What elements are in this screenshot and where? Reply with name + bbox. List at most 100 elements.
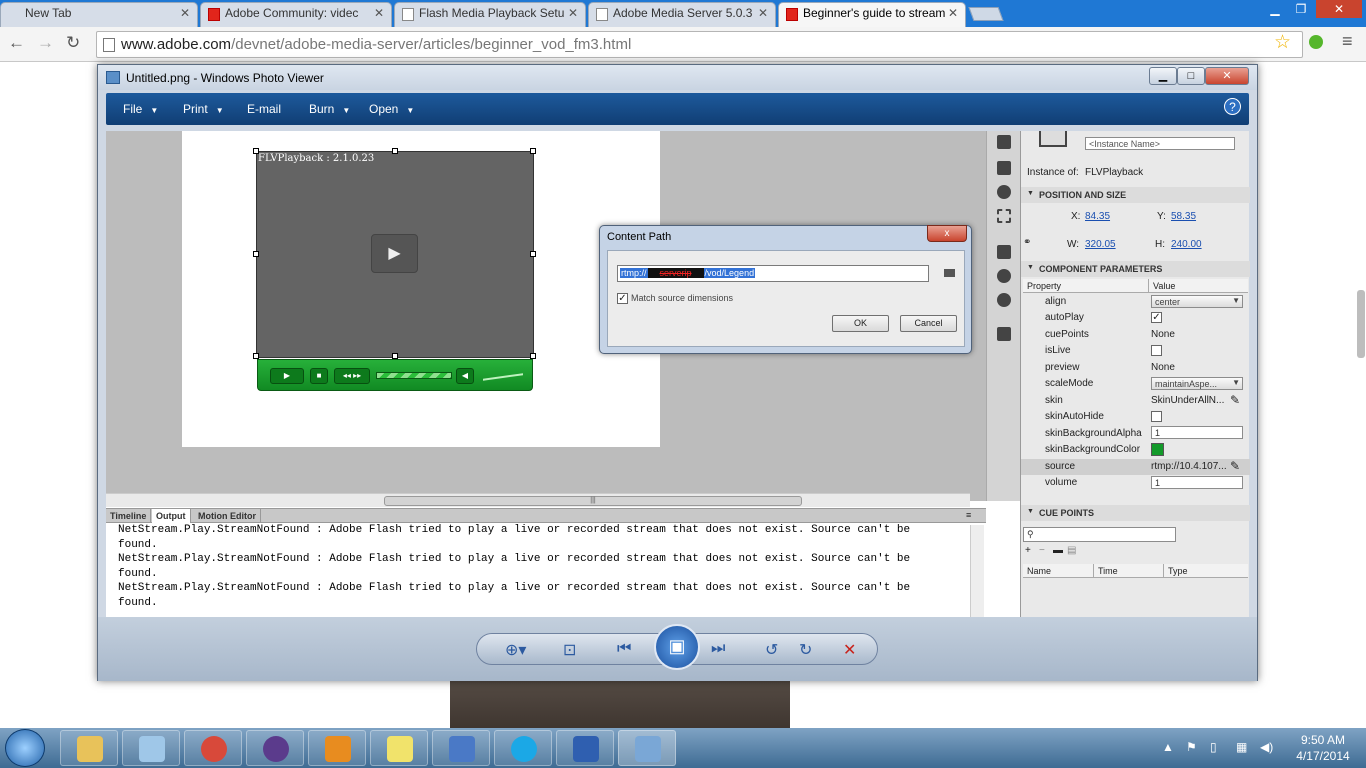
system-clock[interactable]: 9:50 AM 4/17/2014 [1288,732,1358,764]
output-scrollbar[interactable] [970,525,984,620]
dialog-close-button[interactable]: x [927,225,967,242]
scrollbar-thumb[interactable]: ||| [384,496,802,506]
stage-horizontal-scrollbar[interactable]: ||| [106,493,970,507]
selection-handle[interactable] [530,148,536,154]
page-scrollbar[interactable] [1357,290,1365,358]
lock-proportions-icon[interactable]: ⚭ [1023,237,1031,248]
taskbar-sticky-notes[interactable] [370,730,428,766]
x-value[interactable]: 84.35 [1085,211,1110,222]
component-parameters-header[interactable]: ▼ COMPONENT PARAMETERS [1021,261,1250,277]
selection-handle[interactable] [392,148,398,154]
taskbar-photo-viewer[interactable] [618,730,676,766]
skin-value[interactable]: SkinUnderAllN... [1151,395,1224,406]
code-snippets-icon[interactable] [997,245,1011,259]
tab-flash-media-playback[interactable]: Flash Media Playback Setu ✕ [394,2,586,27]
h-value[interactable]: 240.00 [1171,239,1202,250]
skin-color-swatch[interactable] [1151,443,1164,456]
network-tray-icon[interactable]: ▦ [1236,740,1247,754]
selection-handle[interactable] [253,148,259,154]
rotate-cw-icon[interactable]: ↻ [799,640,812,660]
selection-handle[interactable] [530,251,536,257]
skinbackgroundalpha-input[interactable]: 1 [1151,426,1243,439]
taskbar-eclipse[interactable] [246,730,304,766]
remove-cue-icon[interactable]: − [1039,545,1045,556]
tab-close-icon[interactable]: ✕ [948,6,958,20]
panel-menu-icon[interactable]: ≡ [966,510,971,520]
bookmark-star-icon[interactable]: ☆ [1274,31,1291,54]
viewer-minimize-button[interactable]: ▁ [1149,67,1177,85]
tab-close-icon[interactable]: ✕ [758,6,768,20]
match-dimensions-checkbox[interactable]: ✓ [617,293,628,304]
new-tab-button[interactable] [968,7,1004,21]
viewer-maximize-button[interactable]: □ [1177,67,1205,85]
extension-icon[interactable] [1309,35,1323,49]
show-hidden-icons[interactable]: ▲ [1162,740,1174,754]
zoom-icon[interactable]: ⊕▾ [505,640,526,660]
selection-handle[interactable] [253,251,259,257]
folder-icon[interactable]: ▬ [1053,545,1063,556]
scalemode-dropdown[interactable]: maintainAspe... ▼ [1151,377,1243,390]
address-bar[interactable]: www.adobe.com/devnet/adobe-media-server/… [96,31,1303,58]
taskbar-word[interactable] [556,730,614,766]
tab-adobe-media-server[interactable]: Adobe Media Server 5.0.3 ✕ [588,2,776,27]
tab-beginners-guide[interactable]: Beginner's guide to stream ✕ [778,2,966,27]
instance-name-input[interactable]: <Instance Name> [1085,137,1235,150]
properties-icon[interactable] [997,327,1011,341]
save-cue-icon[interactable]: ▤ [1067,545,1076,556]
tab-adobe-community[interactable]: Adobe Community: videc ✕ [200,2,392,27]
volume-input[interactable]: 1 [1151,476,1243,489]
align-icon[interactable] [997,161,1011,175]
menu-open[interactable]: Open ▼ [369,102,414,116]
tab-output[interactable]: Output [152,509,191,523]
y-value[interactable]: 58.35 [1171,211,1196,222]
cuepoints-value[interactable]: None [1151,329,1175,340]
start-button[interactable] [5,729,45,767]
taskbar-network[interactable] [432,730,490,766]
taskbar-explorer[interactable] [60,730,118,766]
tab-timeline[interactable]: Timeline [106,509,152,523]
add-cue-icon[interactable]: + [1025,545,1031,556]
forward-arrow-icon[interactable]: → [37,33,54,53]
motion-presets-icon[interactable] [997,293,1011,307]
transform-icon[interactable] [997,209,1011,223]
help-icon[interactable]: ? [1224,98,1241,115]
pencil-icon[interactable]: ✎ [1230,393,1240,407]
autoplay-checkbox[interactable]: ✓ [1151,312,1162,323]
rotate-ccw-icon[interactable]: ↺ [765,640,778,660]
w-value[interactable]: 320.05 [1085,239,1116,250]
volume-icon[interactable]: ◀) [1260,740,1273,754]
taskbar-notes[interactable] [122,730,180,766]
preview-value[interactable]: None [1151,362,1175,373]
menu-icon[interactable]: ≡ [1342,31,1353,52]
tab-new-tab[interactable]: New Tab ✕ [0,2,198,27]
taskbar-skype[interactable] [494,730,552,766]
content-path-input[interactable]: rtmp://serverip/vod/Legend [617,265,929,282]
taskbar-chrome[interactable] [184,730,242,766]
skinautohide-checkbox[interactable] [1151,411,1162,422]
tab-close-icon[interactable]: ✕ [374,6,384,20]
align-dropdown[interactable]: center ▼ [1151,295,1243,308]
maximize-window-button[interactable]: ❐ [1288,0,1314,18]
position-size-header[interactable]: ▼ POSITION AND SIZE [1021,187,1250,203]
close-window-button[interactable]: ✕ [1316,0,1362,18]
cue-search-input[interactable]: ⚲ [1023,527,1176,542]
previous-icon[interactable]: ⏮ [617,640,631,658]
minimize-window-button[interactable]: ▁ [1262,0,1288,18]
pencil-icon[interactable]: ✎ [1230,459,1240,473]
reload-icon[interactable]: ↻ [66,33,80,53]
slideshow-button[interactable]: ▣ [654,624,700,670]
cue-points-header[interactable]: ▼ CUE POINTS [1021,505,1250,521]
viewer-close-button[interactable]: ✕ [1205,67,1249,85]
menu-print[interactable]: Print ▼ [183,102,224,116]
cancel-button[interactable]: Cancel [900,315,957,332]
library-icon[interactable] [997,135,1011,149]
tab-close-icon[interactable]: ✕ [568,6,578,20]
browse-folder-icon[interactable] [944,269,955,277]
back-arrow-icon[interactable]: ← [8,33,25,53]
islive-checkbox[interactable] [1151,345,1162,356]
actual-size-icon[interactable]: ⊡ [563,640,576,660]
taskbar-outlook[interactable] [308,730,366,766]
menu-file[interactable]: File ▼ [123,102,158,116]
delete-icon[interactable]: ✕ [843,640,856,660]
flag-icon[interactable]: ⚑ [1186,740,1197,754]
